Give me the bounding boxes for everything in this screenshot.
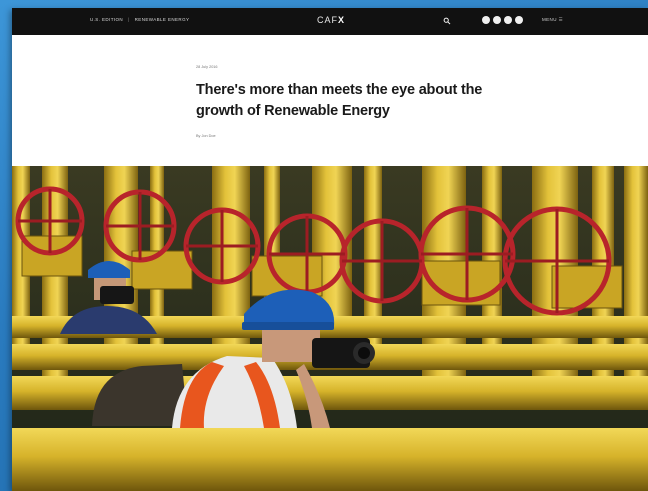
facebook-icon[interactable] (482, 16, 490, 24)
hero-image (12, 166, 648, 491)
twitter-icon[interactable] (493, 16, 501, 24)
email-icon[interactable] (515, 16, 523, 24)
search-icon[interactable] (443, 17, 451, 25)
breadcrumb-separator: | (128, 17, 130, 22)
article-byline: By Jon Doe (196, 134, 216, 138)
logo-accent: X (338, 15, 346, 25)
section-link[interactable]: Renewable Energy (135, 17, 190, 22)
article-date: 28 July 2016 (196, 65, 218, 69)
menu-label: Menu (542, 17, 557, 22)
social-links (482, 16, 523, 24)
menu-button[interactable]: Menu ☰ (542, 17, 563, 23)
hero-photo-illustration (12, 166, 648, 491)
article-headline: There's more than meets the eye about th… (196, 82, 483, 119)
top-navigation-bar: U.S. Edition | Renewable Energy CAFX Menu … (12, 8, 648, 35)
edition-breadcrumb: U.S. Edition | Renewable Energy (90, 17, 189, 22)
browser-page: U.S. Edition | Renewable Energy CAFX Menu … (12, 8, 648, 491)
site-logo[interactable]: CAFX (317, 15, 345, 25)
edition-link[interactable]: U.S. Edition (90, 17, 123, 22)
logo-text: CAF (317, 15, 338, 25)
instagram-icon[interactable] (504, 16, 512, 24)
